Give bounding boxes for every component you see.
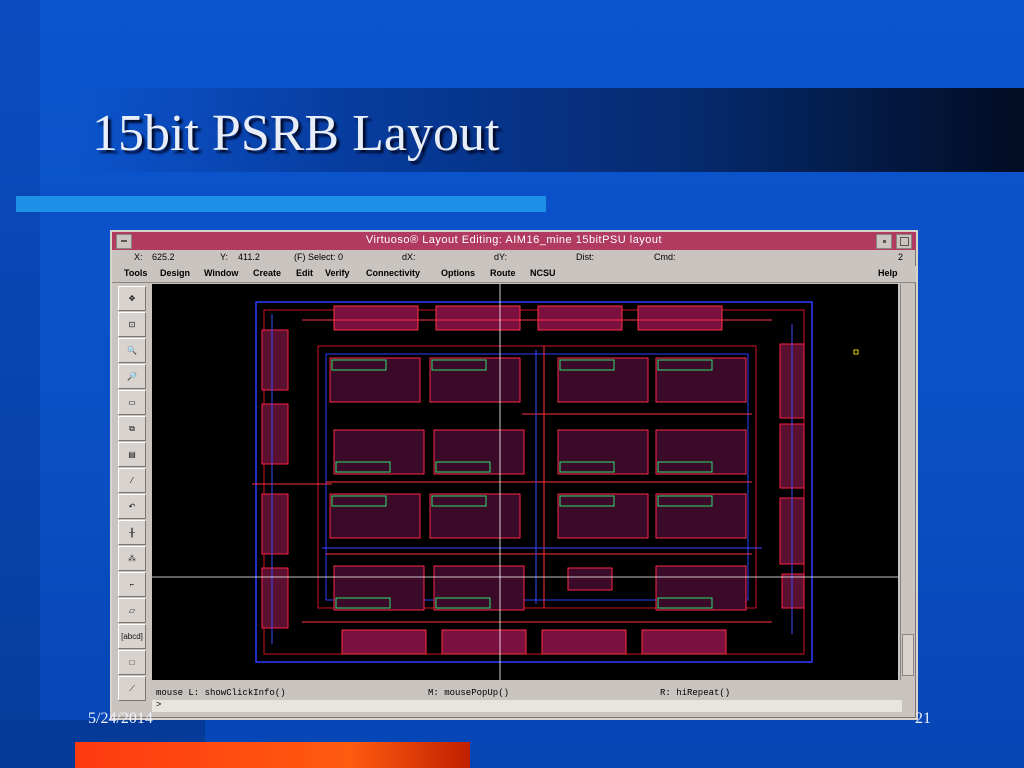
undo-icon[interactable]: ↶ bbox=[118, 494, 146, 519]
undo-icon-glyph: ↶ bbox=[128, 502, 136, 511]
menu-connectivity[interactable]: Connectivity bbox=[366, 268, 420, 278]
menu-help[interactable]: Help bbox=[878, 268, 898, 278]
label-icon[interactable]: [abcd] bbox=[118, 624, 146, 649]
property-icon[interactable]: ╫ bbox=[118, 520, 146, 545]
zoom-in-icon[interactable]: 🔍 bbox=[118, 338, 146, 363]
y-label: Y: bbox=[220, 252, 229, 262]
menu-tools[interactable]: Tools bbox=[124, 268, 147, 278]
menu-bar: Tools Design Window Create Edit Verify C… bbox=[112, 266, 916, 283]
stretch-icon[interactable]: ▭ bbox=[118, 390, 146, 415]
scrollbar-thumb[interactable] bbox=[902, 634, 914, 676]
move-icon[interactable]: ▤ bbox=[118, 442, 146, 467]
delete-icon[interactable]: ⁄ bbox=[118, 468, 146, 493]
command-prompt: > bbox=[156, 700, 162, 710]
zoom-out-icon[interactable]: 🔎 bbox=[118, 364, 146, 389]
dist-label: Dist: bbox=[576, 252, 594, 262]
footer-red-bar bbox=[75, 742, 470, 768]
x-label: X: bbox=[134, 252, 143, 262]
menu-ncsu[interactable]: NCSU bbox=[530, 268, 556, 278]
dx-label: dX: bbox=[402, 252, 416, 262]
rectangle-icon[interactable]: □ bbox=[118, 650, 146, 675]
slide-page-number: 21 bbox=[915, 710, 931, 727]
zoom-fit-icon-glyph: ⊡ bbox=[128, 320, 136, 329]
cmd-label: Cmd: bbox=[654, 252, 676, 262]
maximize-button[interactable] bbox=[896, 234, 912, 249]
stretch-icon-glyph: ▭ bbox=[128, 398, 136, 407]
bottom-cell-row bbox=[341, 629, 727, 655]
property-icon-glyph: ╫ bbox=[129, 528, 135, 537]
label-icon-glyph: [abcd] bbox=[121, 632, 143, 641]
polygon-icon-glyph: ▱ bbox=[128, 606, 136, 615]
mouse-left-binding: mouse L: showClickInfo() bbox=[156, 688, 286, 698]
virtuoso-window: Virtuoso® Layout Editing: AIM16_mine 15b… bbox=[110, 230, 918, 720]
delete-icon-glyph: ⁄ bbox=[131, 476, 133, 485]
menu-design[interactable]: Design bbox=[160, 268, 190, 278]
layout-drawing bbox=[152, 284, 898, 680]
menu-options[interactable]: Options bbox=[441, 268, 475, 278]
mouse-binding-bar: mouse L: showClickInfo() M: mousePopUp()… bbox=[152, 688, 902, 700]
copy-icon[interactable]: ⧉ bbox=[118, 416, 146, 441]
instance-icon[interactable]: ⁂ bbox=[118, 546, 146, 571]
slide-date: 5/24/2014 bbox=[88, 710, 153, 727]
path-icon-glyph: ⌐ bbox=[129, 580, 135, 589]
save-icon[interactable]: ✥ bbox=[118, 286, 146, 311]
mouse-right-binding: R: hiRepeat() bbox=[660, 688, 731, 698]
menu-edit[interactable]: Edit bbox=[296, 268, 313, 278]
menu-route[interactable]: Route bbox=[490, 268, 516, 278]
dy-label: dY: bbox=[494, 252, 508, 262]
ruler-icon[interactable]: ⟋ bbox=[118, 676, 146, 701]
zoom-fit-icon[interactable]: ⊡ bbox=[118, 312, 146, 337]
slide-title: 15bit PSRB Layout bbox=[92, 105, 500, 162]
polygon-icon[interactable]: ▱ bbox=[118, 598, 146, 623]
title-underline-bar bbox=[16, 196, 546, 212]
coordinate-status-bar: X: 625.2 Y: 411.2 (F) Select: 0 dX: dY: … bbox=[112, 250, 916, 264]
slide-left-band bbox=[0, 0, 40, 768]
zoom-out-icon-glyph: 🔎 bbox=[127, 372, 137, 381]
tool-palette: ✥ ⊡ 🔍 🔎 ▭ ⧉ ▤ ⁄ ↶ ╫ ⁂ ⌐ ▱ [abcd] □ ⟋ bbox=[114, 284, 148, 710]
path-icon[interactable]: ⌐ bbox=[118, 572, 146, 597]
status-count: 2 bbox=[898, 252, 904, 262]
window-titlebar[interactable]: Virtuoso® Layout Editing: AIM16_mine 15b… bbox=[112, 232, 916, 250]
menu-window[interactable]: Window bbox=[204, 268, 238, 278]
copy-icon-glyph: ⧉ bbox=[129, 423, 135, 433]
window-title: Virtuoso® Layout Editing: AIM16_mine 15b… bbox=[365, 234, 663, 246]
y-value: 411.2 bbox=[238, 252, 260, 262]
menu-verify[interactable]: Verify bbox=[325, 268, 350, 278]
move-icon-glyph: ▤ bbox=[128, 450, 136, 459]
x-value: 625.2 bbox=[152, 252, 175, 262]
layout-canvas[interactable] bbox=[152, 284, 898, 680]
marker-square bbox=[853, 349, 859, 355]
save-icon-glyph: ✥ bbox=[128, 294, 136, 303]
zoom-in-icon-glyph: 🔍 bbox=[127, 346, 137, 355]
core-cell-blocks bbox=[329, 357, 747, 611]
minimize-button[interactable] bbox=[876, 234, 892, 249]
select-count: (F) Select: 0 bbox=[294, 252, 344, 262]
ruler-icon-glyph: ⟋ bbox=[129, 683, 135, 693]
instance-icon-glyph: ⁂ bbox=[128, 554, 136, 563]
menu-create[interactable]: Create bbox=[253, 268, 281, 278]
mouse-middle-binding: M: mousePopUp() bbox=[428, 688, 510, 698]
command-line[interactable]: > bbox=[152, 700, 902, 712]
left-cell-column bbox=[261, 329, 289, 629]
rectangle-icon-glyph: □ bbox=[129, 658, 135, 667]
vertical-scrollbar[interactable] bbox=[900, 284, 914, 680]
